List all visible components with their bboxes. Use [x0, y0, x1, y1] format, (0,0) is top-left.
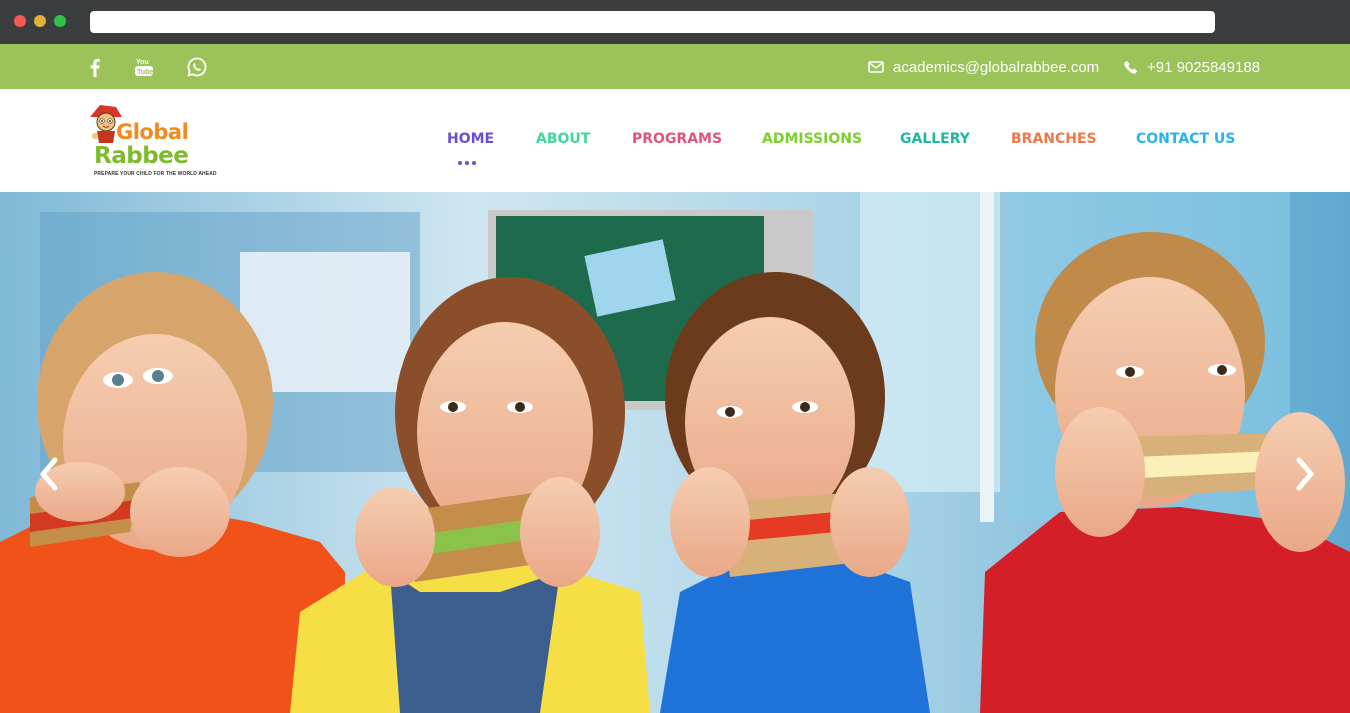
nav-home[interactable]: HOME [447, 131, 494, 147]
svg-text:You: You [136, 59, 149, 66]
browser-chrome [0, 0, 1350, 44]
envelope-icon [868, 61, 884, 73]
phone-icon [1124, 60, 1138, 74]
main-navbar: Global Rabbee PREPARE YOUR CHILD FOR THE… [0, 89, 1350, 192]
logo-text-rabbee: Rabbee [94, 143, 189, 169]
nav-about[interactable]: ABOUT [536, 131, 590, 147]
nav-contact-us[interactable]: CONTACT US [1136, 131, 1235, 147]
slider-next-button[interactable] [1292, 454, 1318, 494]
chevron-left-icon [40, 457, 58, 491]
site-logo[interactable]: Global Rabbee PREPARE YOUR CHILD FOR THE… [86, 103, 217, 181]
email-text[interactable]: academics@globalrabbee.com [893, 59, 1099, 76]
nav-programs[interactable]: PROGRAMS [632, 131, 722, 147]
active-indicator [458, 152, 482, 165]
phone-contact[interactable]: +91 9025849188 [1124, 56, 1260, 78]
address-bar[interactable] [90, 11, 1215, 33]
slider-prev-button[interactable] [36, 454, 62, 494]
window-close-dot[interactable] [14, 15, 26, 27]
chevron-right-icon [1296, 457, 1314, 491]
top-info-bar: You Tube academics@globalrabbee.com +91 … [0, 44, 1350, 89]
window-maximize-dot[interactable] [54, 15, 66, 27]
nav-gallery[interactable]: GALLERY [900, 131, 970, 147]
svg-text:Tube: Tube [137, 69, 153, 76]
window-minimize-dot[interactable] [34, 15, 46, 27]
logo-text-global: Global [116, 120, 189, 144]
hero-slider [0, 192, 1350, 713]
whatsapp-icon[interactable] [186, 56, 208, 78]
youtube-icon[interactable]: You Tube [133, 56, 155, 78]
nav-admissions[interactable]: ADMISSIONS [762, 131, 862, 147]
hero-image-children-eating-sandwiches [0, 192, 1350, 713]
email-contact[interactable]: academics@globalrabbee.com [868, 56, 1099, 78]
facebook-icon[interactable] [84, 56, 106, 78]
phone-text[interactable]: +91 9025849188 [1147, 59, 1260, 76]
logo-tagline: PREPARE YOUR CHILD FOR THE WORLD AHEAD [94, 171, 217, 177]
nav-branches[interactable]: BRANCHES [1011, 131, 1097, 147]
